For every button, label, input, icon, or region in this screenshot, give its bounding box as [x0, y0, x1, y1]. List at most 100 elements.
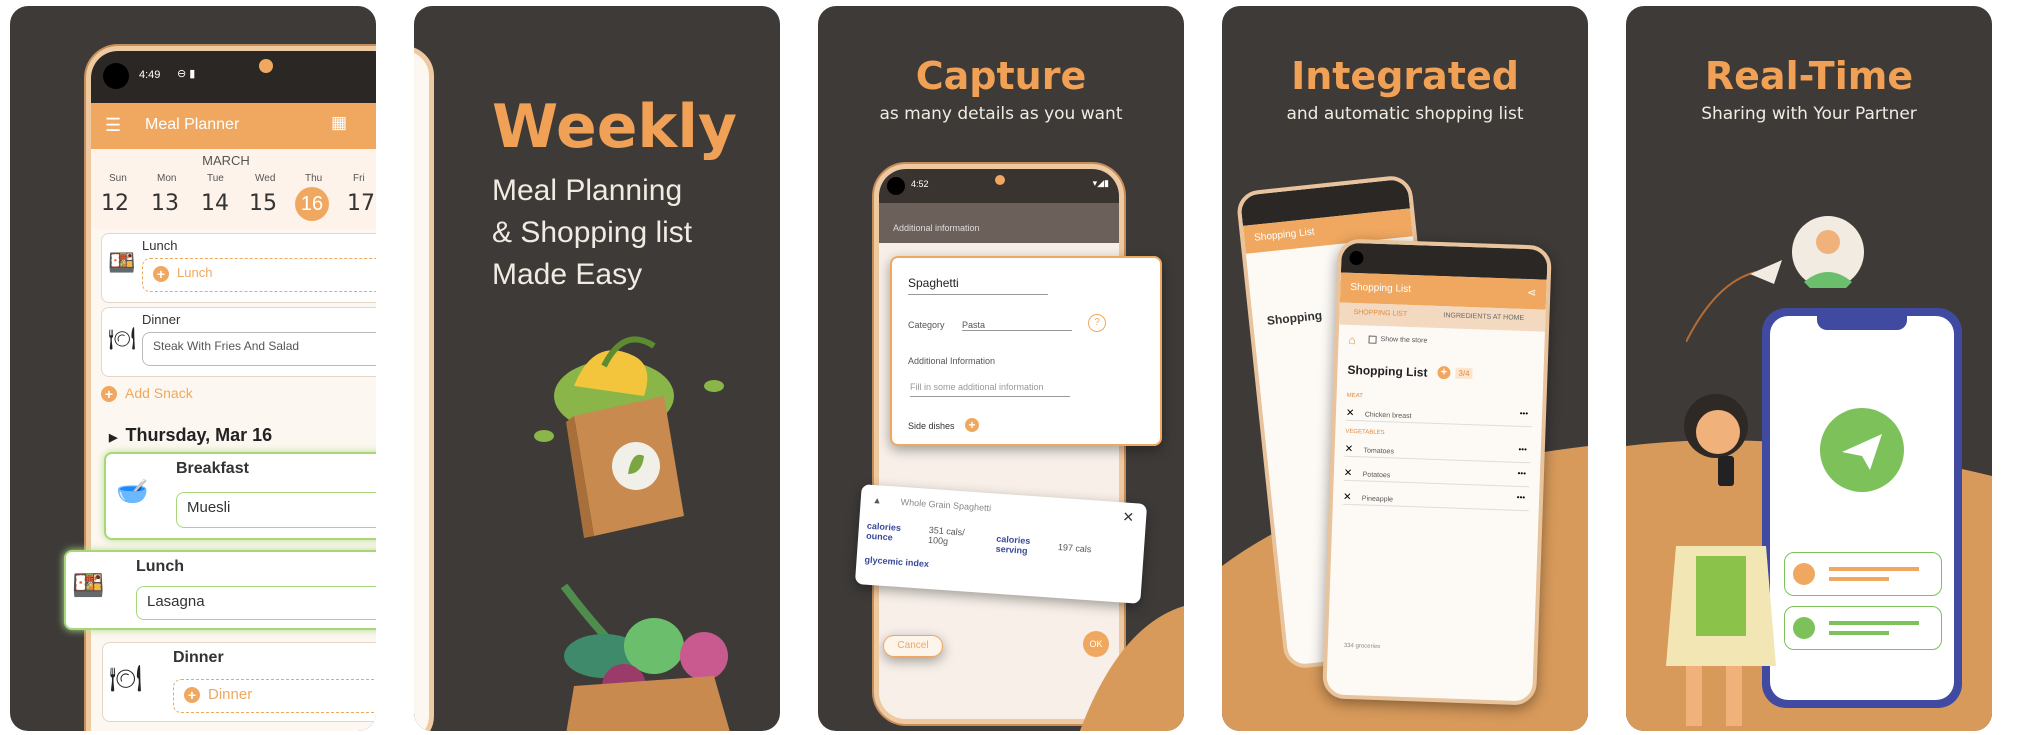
subline: and automatic shopping list	[1286, 104, 1524, 124]
dinner-icon: 🍽	[109, 663, 143, 693]
list-item[interactable]: ✕ Chicken breast •••	[1345, 402, 1533, 428]
add-item-icon[interactable]: +	[1437, 365, 1451, 380]
app-title: Meal Planner	[145, 116, 240, 133]
placeholder-line	[1829, 621, 1919, 625]
share-icon[interactable]: ⋖	[1527, 286, 1537, 299]
remove-icon[interactable]: ✕	[1345, 444, 1354, 455]
screenshot-panel-shopping: Integrated and automatic shopping list S…	[1222, 6, 1588, 731]
category-label: Category	[908, 320, 945, 330]
day-number[interactable]: 12	[101, 191, 129, 216]
list-badge: 3/4	[1455, 367, 1473, 380]
caret-up-icon: ▲	[872, 494, 883, 506]
breakfast-card: 🥣 Breakfast Muesli ✕	[104, 452, 376, 540]
decor-wave	[1079, 606, 1184, 731]
nutrition-label: calories serving	[995, 533, 1031, 556]
day-name: Sun	[109, 173, 127, 184]
notch	[1817, 316, 1907, 330]
remove-icon[interactable]: ✕	[1346, 408, 1355, 419]
list-item[interactable]: ✕ Tomatoes •••	[1344, 438, 1531, 464]
screenshot-panel-weekly: Weekly Meal Planning & Shopping list Mad…	[414, 6, 780, 731]
tab-shopping-list[interactable]: SHOPPING LIST	[1353, 309, 1407, 318]
shared-item	[1784, 552, 1942, 596]
dinner-icon: 🍽	[108, 326, 136, 351]
tagline: Meal Planning & Shopping list Made Easy	[492, 170, 692, 296]
lunch2-input[interactable]: Lasagna	[136, 586, 376, 620]
breakfast-label: Breakfast	[176, 460, 249, 477]
date-header-text: Thursday, Mar 16	[125, 425, 273, 445]
day-name: Fri	[353, 173, 365, 184]
dinner-card: 🍽 Dinner Steak With Fries And Salad	[101, 307, 376, 377]
headline: Real-Time	[1704, 54, 1914, 98]
day-number[interactable]: 15	[249, 191, 277, 216]
tagline-line: & Shopping list	[492, 216, 693, 249]
list-heading: Shopping List	[1347, 362, 1428, 380]
screenshot-panel-meal-planner: 4:49 ⊖ ▮ ☰ Meal Planner ▦ MARCH Sun Mon …	[10, 6, 376, 731]
screenshot-panel-realtime: Real-Time Sharing with Your Partner	[1626, 6, 1992, 731]
shared-item	[1784, 606, 1942, 650]
list-icon	[1793, 563, 1815, 585]
dinner2-add-field[interactable]: + Dinner	[173, 679, 376, 713]
caret-right-icon: ▶	[109, 432, 118, 444]
category-value[interactable]: Pasta	[962, 320, 1072, 331]
more-icon[interactable]: •••	[1518, 445, 1527, 454]
status-time: 4:49	[139, 69, 161, 81]
camera-icon	[103, 63, 129, 89]
item-name: Pineapple	[1361, 495, 1394, 504]
camera-icon	[1349, 250, 1364, 266]
help-icon[interactable]: ?	[1088, 314, 1106, 332]
subline: Sharing with Your Partner	[1701, 104, 1917, 124]
lunch-add-field[interactable]: + Lunch	[142, 258, 376, 292]
remove-icon[interactable]: ✕	[1344, 468, 1353, 479]
dish-name-field[interactable]: Spaghetti	[908, 276, 1048, 295]
remove-icon[interactable]: ✕	[1343, 492, 1352, 503]
nutrition-value: 197 cals	[1057, 541, 1092, 555]
item-name: Potatoes	[1362, 471, 1391, 480]
list-item[interactable]: ✕ Potatoes •••	[1343, 462, 1531, 488]
item-name: Tomatoes	[1363, 447, 1394, 456]
month-label: MARCH	[202, 153, 250, 168]
day-number[interactable]: 17	[347, 191, 375, 216]
dinner-input[interactable]: Steak With Fries And Salad	[142, 332, 376, 366]
tagline-line: Made Easy	[492, 258, 643, 291]
day-name: Mon	[157, 173, 177, 184]
menu-icon[interactable]: ☰	[105, 115, 121, 136]
add-snack-button[interactable]: + Add Snack	[101, 385, 193, 403]
calendar-icon[interactable]: ▦	[331, 113, 347, 133]
day-number[interactable]: 14	[201, 191, 229, 216]
section-vegetables: VEGETABLES	[1345, 428, 1385, 437]
more-icon[interactable]: •••	[1517, 493, 1526, 502]
close-icon[interactable]: ✕	[1122, 508, 1135, 526]
dish-edit-dialog: Spaghetti Category Pasta ? Additional In…	[890, 256, 1162, 446]
show-store-label: Show the store	[1380, 335, 1428, 345]
side-dishes-label: Side dishes	[908, 421, 955, 431]
day-number[interactable]: 13	[151, 191, 179, 216]
grocery-bag-illustration	[534, 336, 730, 731]
show-store-checkbox[interactable]	[1368, 335, 1377, 344]
additional-info-label: Additional Information	[908, 356, 996, 366]
tab-ingredients-at-home[interactable]: INGREDIENTS AT HOME	[1443, 312, 1524, 322]
list-item[interactable]: ✕ Pineapple •••	[1342, 486, 1530, 512]
tagline-line: Meal Planning	[492, 174, 683, 207]
nutrition-label: calories ounce	[865, 520, 902, 543]
week-calendar: MARCH Sun Mon Tue Wed Thu Fri 12 13 14 1…	[91, 149, 376, 229]
status-icons: ⊖ ▮	[177, 68, 196, 80]
person-illustration	[1666, 394, 1776, 726]
add-side-dish-icon[interactable]: +	[964, 417, 979, 432]
breakfast-input[interactable]: Muesli	[176, 492, 376, 528]
dinner2-card: 🍽 Dinner + Dinner	[102, 642, 376, 722]
day-name: Wed	[255, 173, 276, 184]
more-icon[interactable]: •••	[1517, 469, 1526, 478]
day-name: Thu	[305, 173, 323, 184]
more-icon[interactable]: •••	[1520, 409, 1529, 418]
basket-icon	[1793, 617, 1815, 639]
front-camera-icon	[995, 175, 1005, 185]
footer-count: 334 groceries	[1343, 642, 1381, 651]
subline: as many details as you want	[879, 104, 1123, 124]
front-phone: Shopping List ⋖ SHOPPING LIST INGREDIENT…	[1322, 238, 1552, 706]
lunch-icon: 🍱	[108, 250, 136, 275]
selected-day[interactable]: 16	[295, 187, 329, 221]
store-icon: ⌂	[1348, 332, 1357, 348]
send-icon	[1820, 408, 1904, 492]
additional-info-input[interactable]: Fill in some additional information	[910, 382, 1070, 397]
lunch-icon: 🍱	[72, 570, 105, 600]
